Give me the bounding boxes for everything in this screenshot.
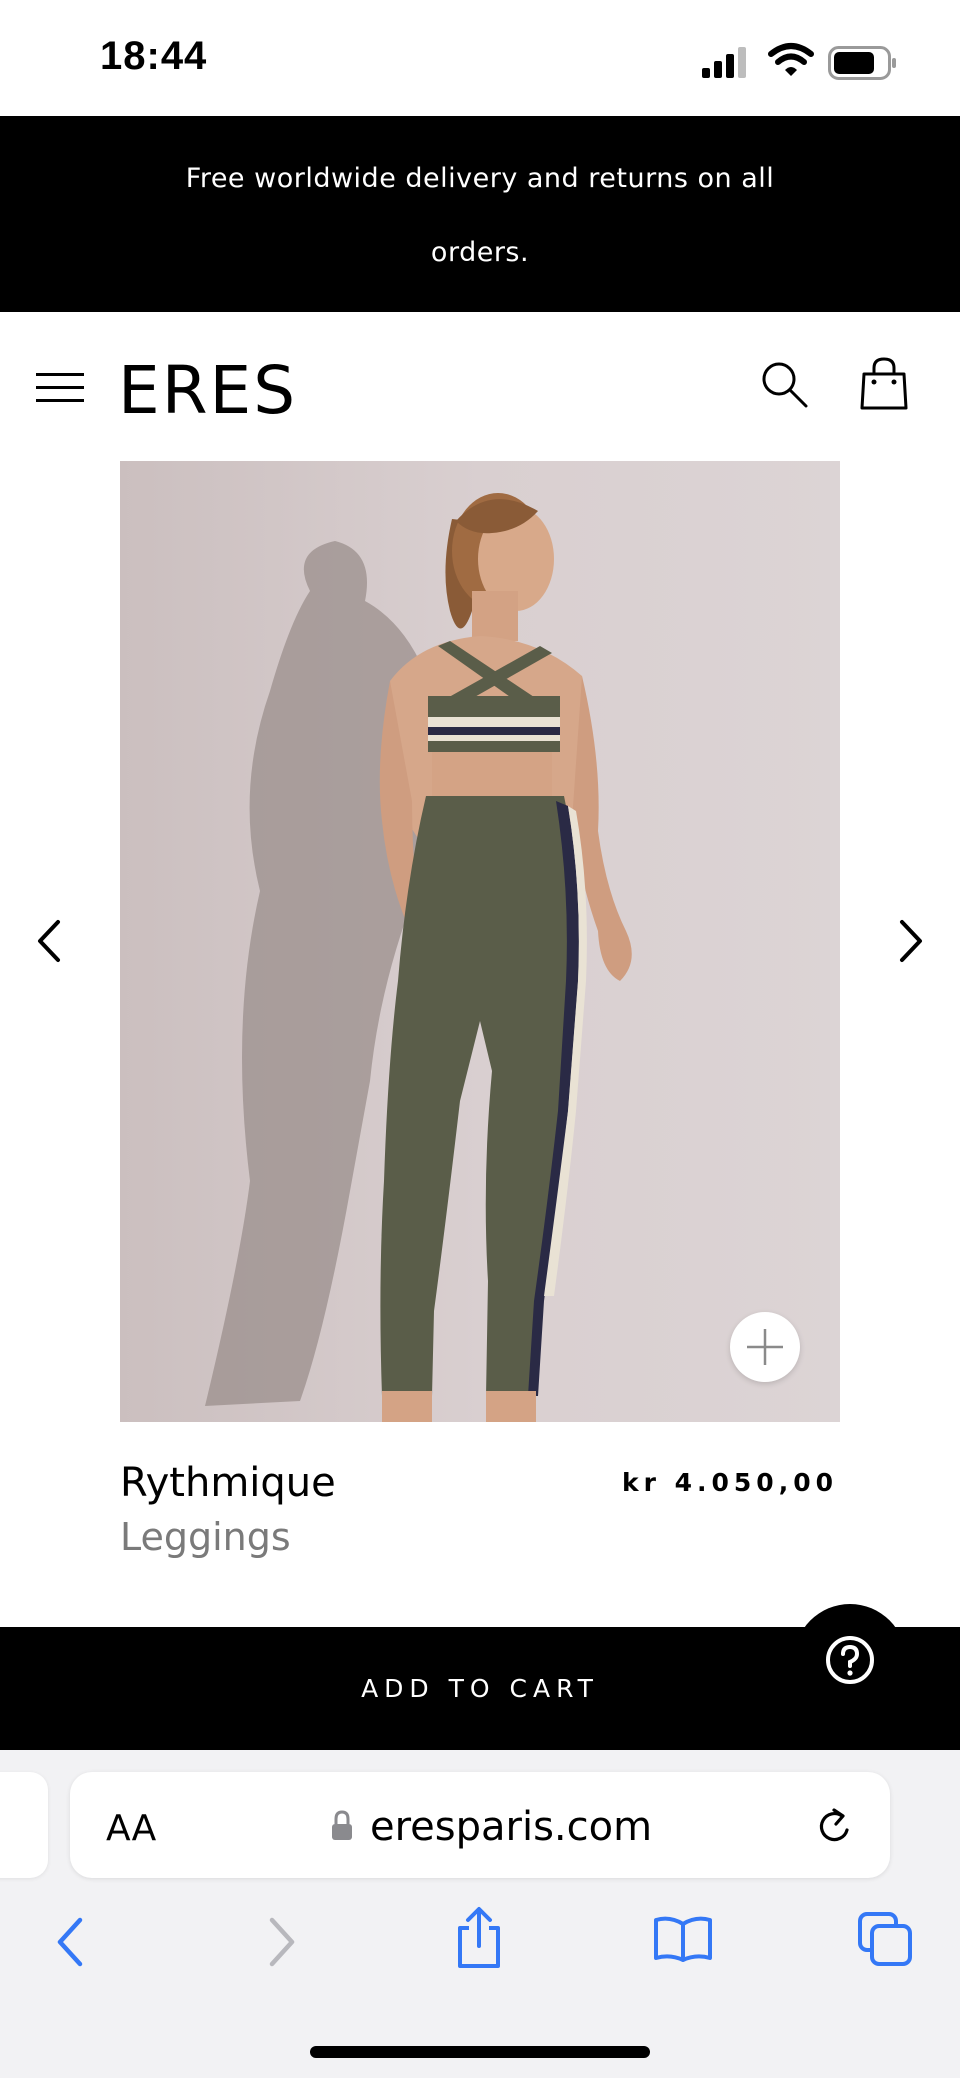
tabs-icon[interactable] (856, 1910, 914, 1968)
next-image-arrow-icon[interactable] (890, 916, 930, 966)
menu-button[interactable] (28, 366, 92, 414)
status-time: 18:44 (100, 34, 208, 78)
zoom-button[interactable] (730, 1312, 800, 1382)
brand-logo[interactable]: ERES (118, 352, 297, 429)
product-name: Rythmique (120, 1460, 336, 1506)
cellular-signal-icon (702, 47, 746, 78)
product-image[interactable] (120, 461, 840, 1422)
previous-tab-peek[interactable] (0, 1772, 48, 1878)
home-indicator (310, 2046, 650, 2058)
text-size-button[interactable]: AA (106, 1808, 156, 1849)
question-mark-icon (826, 1636, 874, 1684)
promo-text: Free worldwide delivery and returns on a… (185, 163, 775, 268)
product-type: Leggings (120, 1515, 291, 1559)
wifi-icon (768, 43, 814, 76)
reload-icon[interactable] (814, 1804, 856, 1848)
back-icon[interactable] (52, 1916, 92, 1968)
menu-icon (28, 366, 92, 414)
shopping-bag-icon[interactable] (858, 356, 910, 412)
search-icon[interactable] (760, 360, 810, 410)
plus-icon (747, 1329, 783, 1365)
help-button[interactable] (794, 1604, 906, 1716)
url-text: eresparis.com (370, 1804, 653, 1850)
battery-icon (828, 46, 896, 80)
previous-image-arrow-icon[interactable] (30, 916, 70, 966)
bookmarks-icon[interactable] (652, 1914, 714, 1964)
product-price: kr 4.050,00 (621, 1468, 838, 1497)
share-icon[interactable] (452, 1906, 506, 1970)
model-illustration (205, 493, 632, 1422)
promo-banner: Free worldwide delivery and returns on a… (0, 116, 960, 312)
forward-icon[interactable] (260, 1916, 300, 1968)
lock-icon (332, 1810, 352, 1840)
